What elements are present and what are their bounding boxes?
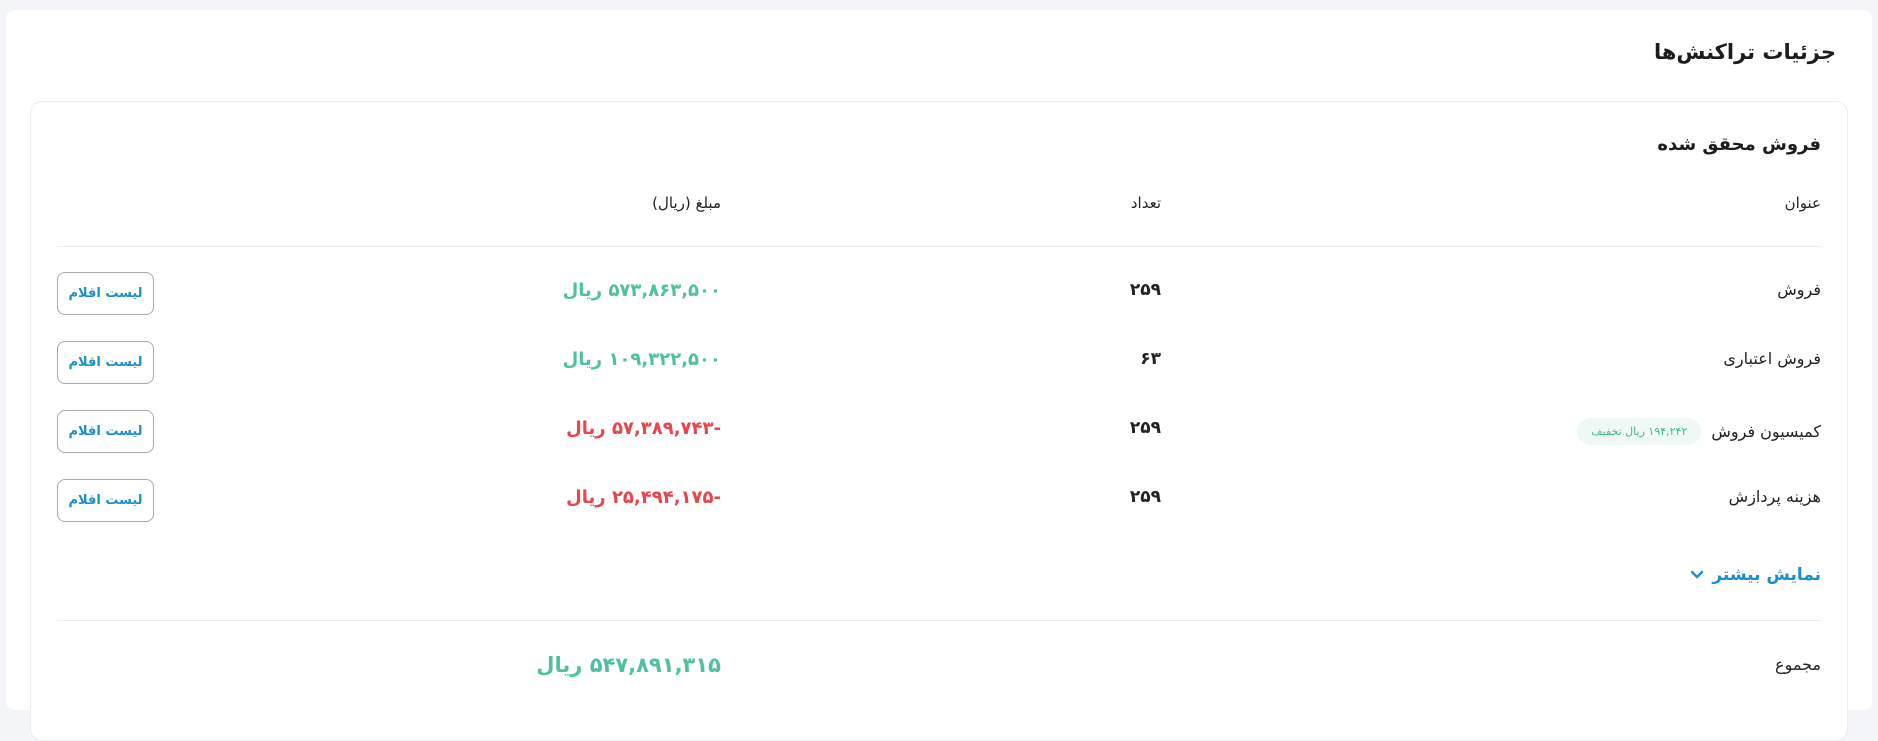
section-title: فروش محقق شده [1657, 134, 1821, 155]
items-list-button[interactable]: لیست اقلام [57, 479, 154, 522]
row-amount: ۱۰۹,۳۲۲,۵۰۰ ریال [562, 349, 721, 370]
chevron-down-icon [1690, 570, 1704, 580]
row-count: ۶۳ [1140, 349, 1161, 369]
row-title: کمیسیون فروش [1711, 422, 1821, 441]
table-header: عنوان تعداد مبلغ (ریال) [57, 194, 1821, 224]
items-list-button[interactable]: لیست اقلام [57, 272, 154, 315]
show-more-label: نمایش بیشتر [1712, 565, 1821, 585]
column-header-amount: مبلغ (ریال) [652, 194, 721, 212]
total-divider [57, 620, 1821, 621]
row-amount: -۵۷,۳۸۹,۷۴۳ ریال [566, 418, 721, 439]
row-title: هزینه پردازش [1728, 487, 1821, 506]
transactions-page: جزئیات تراکنش‌ها فروش محقق شده عنوان تعد… [6, 10, 1872, 741]
table-row: کمیسیون فروش ۱۹۴,۲۴۲ ریال تخفیف ۲۵۹ -۵۷,… [57, 406, 1821, 456]
table-row: فروش اعتباری ۶۳ ۱۰۹,۳۲۲,۵۰۰ ریال لیست اق… [57, 337, 1821, 387]
realized-sales-card: فروش محقق شده عنوان تعداد مبلغ (ریال) فر… [30, 101, 1848, 741]
row-title: فروش اعتباری [1723, 349, 1821, 368]
row-count: ۲۵۹ [1129, 487, 1161, 507]
column-header-count: تعداد [1130, 194, 1161, 212]
items-list-button[interactable]: لیست اقلام [57, 410, 154, 453]
table-row: هزینه پردازش ۲۵۹ -۲۵,۴۹۴,۱۷۵ ریال لیست ا… [57, 475, 1821, 525]
row-count: ۲۵۹ [1129, 280, 1161, 300]
row-title: فروش [1777, 280, 1821, 299]
row-amount: -۲۵,۴۹۴,۱۷۵ ریال [566, 487, 721, 508]
total-amount: ۵۴۷,۸۹۱,۳۱۵ ریال [536, 653, 721, 677]
show-more-link[interactable]: نمایش بیشتر [1690, 565, 1821, 585]
discount-badge: ۱۹۴,۲۴۲ ریال تخفیف [1577, 418, 1702, 445]
items-list-button[interactable]: لیست اقلام [57, 341, 154, 384]
total-label: مجموع [1775, 655, 1821, 674]
table-row: فروش ۲۵۹ ۵۷۳,۸۶۳,۵۰۰ ریال لیست اقلام [57, 268, 1821, 318]
column-header-title: عنوان [1784, 194, 1821, 212]
header-divider [57, 246, 1821, 247]
row-amount: ۵۷۳,۸۶۳,۵۰۰ ریال [562, 280, 721, 301]
row-count: ۲۵۹ [1129, 418, 1161, 438]
page-title: جزئیات تراکنش‌ها [1653, 40, 1836, 64]
